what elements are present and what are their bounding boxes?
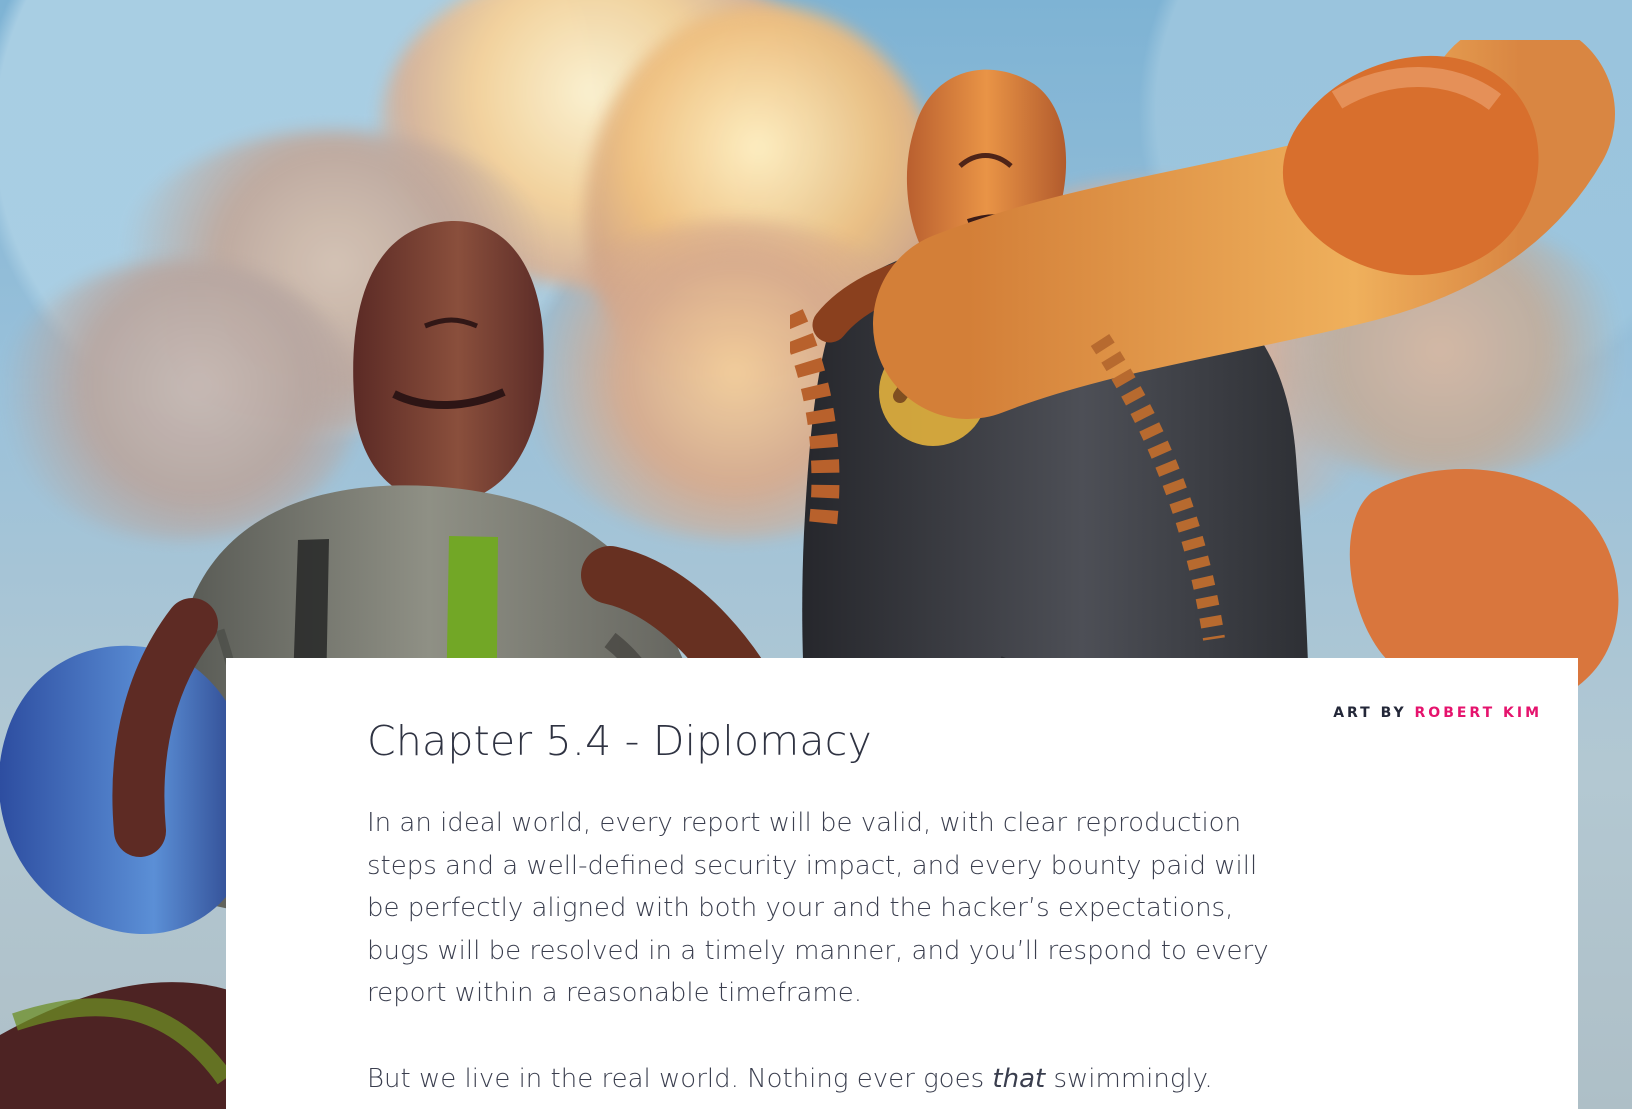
cloud-shape <box>520 220 950 540</box>
cloud-shape <box>0 260 360 540</box>
cloud-shape <box>1250 220 1630 480</box>
art-credit-prefix: ART BY <box>1333 705 1407 721</box>
emphasized-word: that <box>992 1063 1046 1094</box>
article-paragraph: In an ideal world, every report will be … <box>367 808 1269 1009</box>
chapter-title: Chapter 5.4 - Diplomacy <box>367 717 872 765</box>
artist-link[interactable]: ROBERT KIM <box>1415 705 1542 721</box>
paragraph-text-after-emphasis: swimmingly. <box>1053 1063 1213 1094</box>
article-page: ART BY ROBERT KIM Chapter 5.4 - Diplomac… <box>0 0 1632 1109</box>
article-paragraph-emphasis: But we live in the real world. Nothing e… <box>367 1058 1282 1101</box>
article-card: ART BY ROBERT KIM Chapter 5.4 - Diplomac… <box>226 658 1578 1109</box>
article-body: In an ideal world, every report will be … <box>367 802 1282 1100</box>
paragraph-text-before-emphasis: But we live in the real world. Nothing e… <box>367 1063 993 1094</box>
art-credit: ART BY ROBERT KIM <box>1333 705 1542 721</box>
